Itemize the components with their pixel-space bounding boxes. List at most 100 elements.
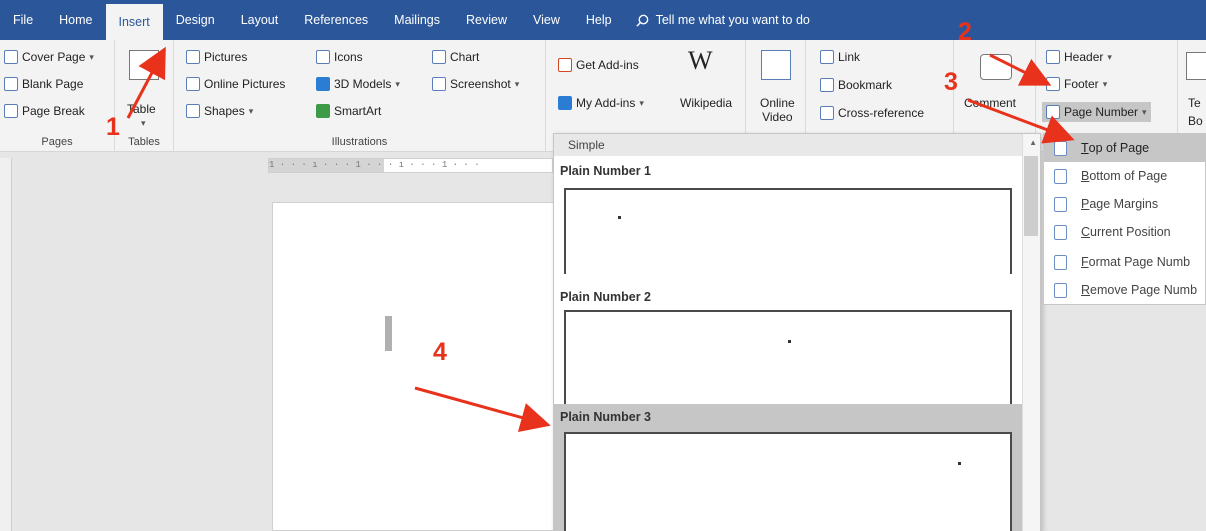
menu-item-format-page-numbers[interactable]: Format Page Numb (1044, 248, 1206, 276)
tab-mailings[interactable]: Mailings (381, 0, 453, 40)
page-number-marker (788, 340, 791, 343)
table-icon (129, 50, 159, 80)
gallery-item-plain-number-2[interactable]: Plain Number 2 (554, 280, 1022, 404)
pictures-button[interactable]: Pictures (186, 50, 247, 64)
cross-reference-button[interactable]: Cross-reference (820, 106, 924, 120)
tab-home[interactable]: Home (46, 0, 105, 40)
screenshot-icon (432, 77, 446, 91)
comment-button[interactable]: Comment (964, 96, 1016, 110)
chart-label: Chart (450, 50, 480, 64)
online-video-icon (761, 50, 791, 80)
document-page[interactable] (272, 202, 556, 531)
menu-item-top-of-page[interactable]: Top of Page (1044, 134, 1206, 162)
format-page-numbers-icon (1054, 254, 1067, 270)
blank-page-button[interactable]: Blank Page (4, 77, 83, 91)
menu-item-label: ormat Page Numb (1088, 255, 1191, 269)
table-label: Table (127, 102, 156, 116)
pages-group: Cover Page ▾ Blank Page Page Break Pages (0, 40, 115, 152)
tab-layout[interactable]: Layout (228, 0, 292, 40)
search-icon (635, 14, 648, 27)
bookmark-button[interactable]: Bookmark (820, 78, 892, 92)
menu-item-current-position[interactable]: Current Position (1044, 218, 1206, 246)
bottom-of-page-icon (1054, 168, 1067, 184)
gallery-scrollbar[interactable]: ▲ (1022, 134, 1040, 531)
icons-button[interactable]: Icons (316, 50, 363, 64)
table-button[interactable]: Table (127, 102, 156, 116)
chevron-down-icon: ▾ (248, 105, 254, 116)
tab-insert[interactable]: Insert (105, 4, 163, 40)
page-number-menu: Top of Page Bottom of Page Page Margins … (1043, 133, 1206, 305)
ribbon-tab-bar: File Home Insert Design Layout Reference… (0, 0, 1206, 40)
link-button[interactable]: Link (820, 50, 860, 64)
textbox-button-b[interactable]: Bo (1188, 114, 1203, 128)
illustrations-group: Pictures Online Pictures Shapes ▾ Icons 3… (174, 40, 546, 152)
smartart-button[interactable]: SmartArt (316, 104, 381, 118)
wikipedia-button[interactable]: Wikipedia (680, 96, 732, 110)
cross-reference-icon (820, 106, 834, 120)
page-break-icon (4, 104, 18, 118)
page-number-button[interactable]: Page Number ▾ (1042, 102, 1151, 122)
bookmark-icon (820, 78, 834, 92)
tab-file[interactable]: File (0, 0, 46, 40)
online-video-button[interactable]: Online Video (760, 96, 795, 124)
header-icon (1046, 50, 1060, 64)
tab-view[interactable]: View (520, 0, 573, 40)
online-pictures-button[interactable]: Online Pictures (186, 77, 285, 91)
vertical-ruler (0, 158, 12, 531)
menu-item-bottom-of-page[interactable]: Bottom of Page (1044, 162, 1206, 190)
bookmark-label: Bookmark (838, 78, 893, 92)
header-button[interactable]: Header ▾ (1046, 50, 1112, 64)
gallery-item-plain-number-1[interactable]: Plain Number 1 (554, 156, 1022, 274)
ruler-ticks: 1 · · · ı · · · 1 · · · ı · · · 1 · · · (269, 160, 480, 170)
page-break-button[interactable]: Page Break (4, 104, 85, 118)
pictures-label: Pictures (204, 50, 248, 64)
online-pictures-icon (186, 77, 200, 91)
menu-item-page-margins[interactable]: Page Margins (1044, 190, 1206, 218)
textbox-icon (1186, 52, 1206, 80)
gallery-item-label: Plain Number 2 (560, 290, 651, 304)
online-pictures-label: Online Pictures (204, 77, 286, 91)
tab-design[interactable]: Design (163, 0, 228, 40)
footer-button[interactable]: Footer ▾ (1046, 77, 1107, 91)
tab-help[interactable]: Help (573, 0, 625, 40)
pictures-icon (186, 50, 200, 64)
gallery-item-preview (564, 188, 1012, 274)
annotation-step-2: 2 (958, 18, 972, 46)
gallery-item-label: Plain Number 3 (560, 410, 651, 424)
wikipedia-icon[interactable]: W (688, 46, 713, 76)
chevron-down-icon: ▾ (141, 118, 146, 128)
shapes-icon (186, 104, 200, 118)
tab-review[interactable]: Review (453, 0, 520, 40)
shapes-label: Shapes (204, 104, 245, 118)
footer-label: Footer (1064, 77, 1099, 91)
horizontal-ruler[interactable]: 1 · · · ı · · · 1 · · · ı · · · 1 · · · (268, 158, 553, 173)
tell-me-box[interactable]: Tell me what you want to do (635, 13, 810, 28)
gallery-scroll-thumb[interactable] (1024, 156, 1038, 236)
header-label: Header (1064, 50, 1104, 64)
page-break-label: Page Break (22, 104, 85, 118)
my-addins-button[interactable]: My Add-ins ▾ (558, 96, 644, 110)
scroll-up-icon[interactable]: ▲ (1029, 138, 1037, 147)
textbox-label-a: Te (1188, 96, 1201, 110)
menu-item-remove-page-numbers[interactable]: Remove Page Numb (1044, 276, 1206, 304)
get-addins-label: Get Add-ins (576, 58, 639, 72)
screenshot-button[interactable]: Screenshot ▾ (432, 77, 519, 91)
page-number-gallery: Simple ▲ Plain Number 1 Plain Number 2 P… (553, 133, 1041, 531)
tab-references[interactable]: References (291, 0, 381, 40)
gallery-item-preview (564, 432, 1012, 531)
table-dropdown[interactable]: ▾ (141, 118, 146, 129)
gallery-section-header: Simple (554, 134, 1022, 156)
page-number-icon (1046, 105, 1060, 119)
icons-label: Icons (334, 50, 363, 64)
text-cursor (385, 316, 392, 351)
3d-models-button[interactable]: 3D Models ▾ (316, 77, 400, 91)
pages-group-label: Pages (41, 136, 73, 148)
chart-button[interactable]: Chart (432, 50, 479, 64)
cover-page-button[interactable]: Cover Page ▾ (4, 50, 94, 64)
shapes-button[interactable]: Shapes ▾ (186, 104, 253, 118)
textbox-button-a[interactable]: Te (1188, 96, 1201, 110)
gallery-item-plain-number-3[interactable]: Plain Number 3 (554, 404, 1022, 531)
footer-icon (1046, 77, 1060, 91)
get-addins-button[interactable]: Get Add-ins (558, 58, 639, 72)
chevron-down-icon: ▾ (89, 51, 94, 62)
